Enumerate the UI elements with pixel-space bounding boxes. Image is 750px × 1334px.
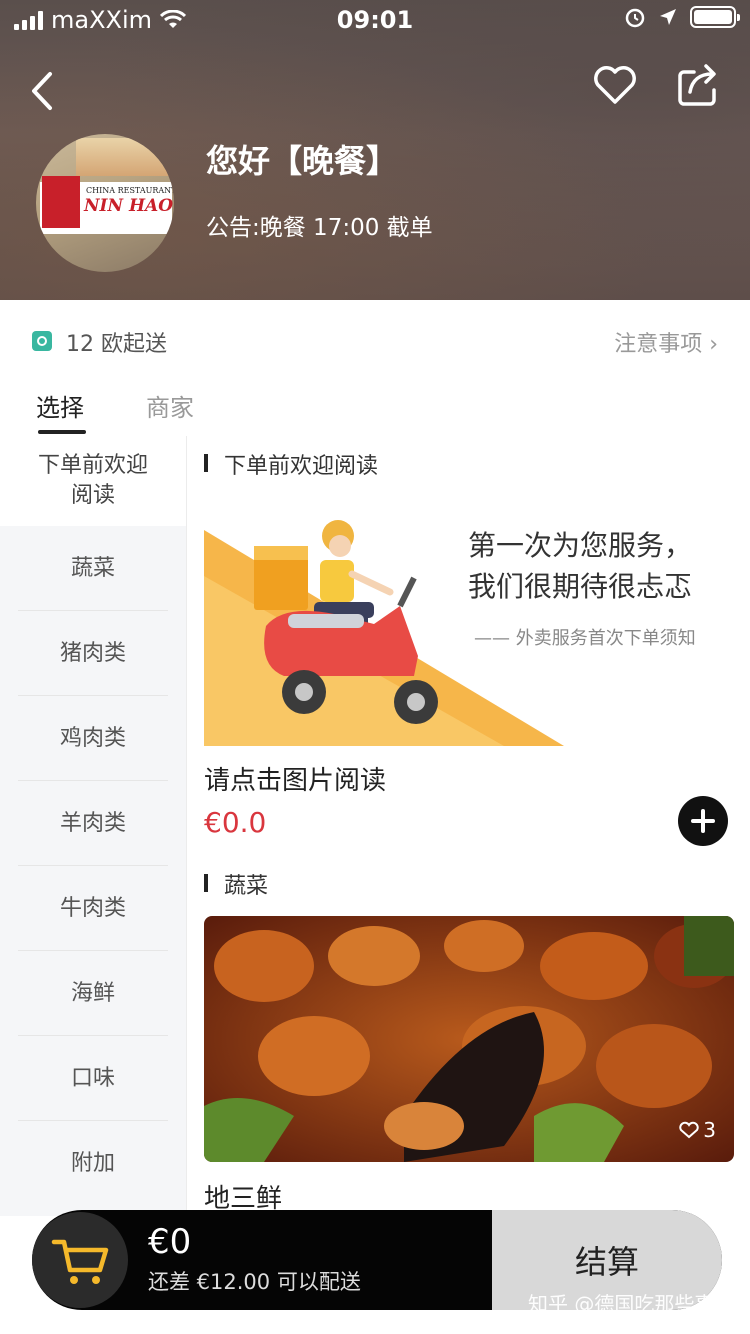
sidebar-item-beef[interactable]: 牛肉类 bbox=[0, 866, 186, 951]
sidebar-item-chicken[interactable]: 鸡肉类 bbox=[0, 696, 186, 781]
sidebar-item-label: 下单前欢迎阅读 bbox=[37, 453, 148, 508]
sidebar-item-extras[interactable]: 附加 bbox=[0, 1121, 186, 1206]
location-icon bbox=[660, 9, 676, 25]
favorite-button[interactable] bbox=[592, 62, 638, 108]
sidebar-item-vegetables[interactable]: 蔬菜 bbox=[0, 526, 186, 611]
promo-banner[interactable]: 第一次为您服务， 我们很期待很忐忑 —— 外卖服务首次下单须知 bbox=[204, 506, 734, 746]
status-bar: maXXim 09:01 bbox=[0, 0, 750, 40]
watermark: 知乎 @德国吃那些事 bbox=[528, 1292, 715, 1316]
status-right bbox=[624, 6, 740, 28]
minimum-delivery: 12 欧起送 bbox=[66, 332, 167, 357]
delivery-icon bbox=[32, 331, 52, 351]
promo-headline-line2: 我们很期待很忐忑 bbox=[468, 569, 693, 603]
store-avatar: CHINA RESTAURANT NIN HAO bbox=[36, 134, 174, 272]
sidebar-item-seafood[interactable]: 海鲜 bbox=[0, 951, 186, 1036]
cart-delivery-gap: 还差 €12.00 可以配送 bbox=[148, 1270, 361, 1294]
category-sidebar: 下单前欢迎阅读 蔬菜 猪肉类 鸡肉类 羊肉类 牛肉类 海鲜 口味 附加 bbox=[0, 436, 186, 1216]
tab-bar: 选择 商家 bbox=[0, 380, 750, 436]
chevron-left-icon bbox=[32, 72, 52, 110]
sidebar-item-label: 鸡肉类 bbox=[59, 725, 126, 751]
sidebar-item-label: 附加 bbox=[70, 1150, 115, 1176]
sidebar-item-flavor[interactable]: 口味 bbox=[0, 1036, 186, 1121]
cart-button[interactable] bbox=[32, 1212, 128, 1308]
section-title-welcome: 下单前欢迎阅读 bbox=[204, 448, 378, 480]
back-button[interactable] bbox=[24, 66, 64, 116]
notes-link[interactable]: 注意事项 › bbox=[614, 326, 718, 358]
logo-caption: CHINA RESTAURANT bbox=[86, 186, 174, 195]
battery-icon bbox=[690, 6, 740, 28]
tab-active-indicator bbox=[38, 430, 86, 434]
store-header: maXXim 09:01 CHINA RESTAURANT NIN HAO 您好… bbox=[0, 0, 750, 300]
sidebar-item-welcome[interactable]: 下单前欢迎阅读 bbox=[0, 436, 186, 526]
delivery-info-row: 12 欧起送 注意事项 › bbox=[0, 300, 750, 380]
sidebar-item-lamb[interactable]: 羊肉类 bbox=[0, 781, 186, 866]
like-badge: 3 bbox=[679, 1118, 716, 1142]
section-title-vegetables: 蔬菜 bbox=[204, 868, 268, 900]
sidebar-item-label: 猪肉类 bbox=[59, 640, 126, 666]
sidebar-divider bbox=[186, 436, 187, 1216]
promo-headline-line1: 第一次为您服务， bbox=[468, 529, 693, 562]
cart-total: €0 bbox=[148, 1222, 192, 1262]
logo-name: NIN HAO bbox=[84, 196, 174, 216]
sidebar-item-label: 牛肉类 bbox=[59, 895, 126, 921]
heart-icon bbox=[594, 66, 636, 104]
tab-merchant[interactable]: 商家 bbox=[146, 388, 194, 423]
checkout-label: 结算 bbox=[574, 1243, 639, 1281]
dish-photo[interactable]: 3 bbox=[204, 916, 734, 1162]
restaurant-logo bbox=[42, 176, 80, 228]
item-price: €0.0 bbox=[204, 806, 267, 839]
sidebar-item-label: 蔬菜 bbox=[70, 555, 115, 581]
heart-icon bbox=[679, 1121, 699, 1139]
share-button[interactable] bbox=[676, 60, 720, 108]
store-notice: 公告:晚餐 17:00 截单 bbox=[206, 215, 433, 241]
dish-image bbox=[204, 916, 734, 1162]
sidebar-item-label: 羊肉类 bbox=[59, 810, 126, 836]
promo-headline: 第一次为您服务， 我们很期待很忐忑 bbox=[468, 526, 692, 607]
alarm-icon bbox=[625, 8, 645, 28]
cart-icon bbox=[51, 1239, 109, 1284]
item-name[interactable]: 请点击图片阅读 bbox=[204, 760, 386, 797]
sidebar-item-label: 口味 bbox=[70, 1065, 115, 1091]
sidebar-item-label: 海鲜 bbox=[70, 980, 115, 1006]
sidebar-item-pork[interactable]: 猪肉类 bbox=[0, 611, 186, 696]
share-icon bbox=[678, 64, 716, 106]
tab-select[interactable]: 选择 bbox=[36, 388, 84, 423]
like-count: 3 bbox=[703, 1118, 716, 1142]
add-to-cart-button[interactable] bbox=[678, 796, 728, 846]
promo-subtitle: —— 外卖服务首次下单须知 bbox=[474, 628, 696, 649]
store-name: 您好【晚餐】 bbox=[206, 142, 399, 180]
